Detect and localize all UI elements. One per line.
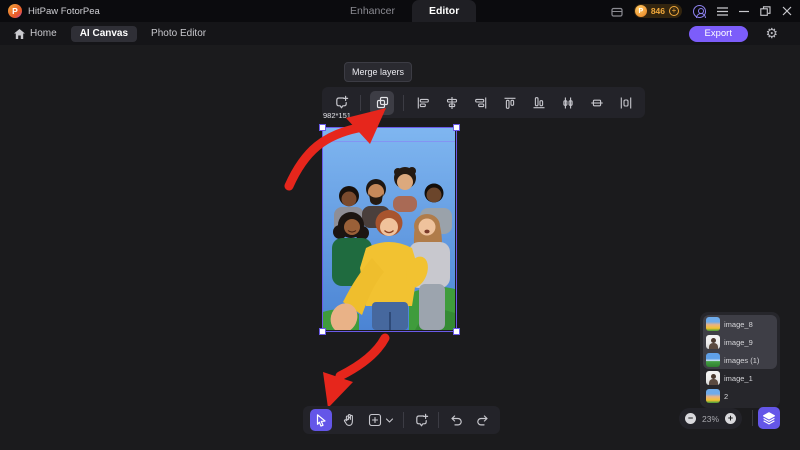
layer-dimensions-label: 982*151 xyxy=(323,111,351,120)
menu-bar: Home AI Canvas Photo Editor Export ⚙ xyxy=(0,22,800,45)
arrow-to-select-tool xyxy=(323,333,390,408)
selection-handle-top-left[interactable] xyxy=(319,124,326,131)
layer-thumbnail xyxy=(706,371,720,385)
minimize-icon[interactable] xyxy=(739,7,749,16)
distribute-horizontal-spacing-icon[interactable] xyxy=(616,93,636,113)
layers-toggle-button[interactable] xyxy=(758,407,780,429)
app-window: P HitPaw FotorPea Enhancer Editor P 846 … xyxy=(0,0,800,450)
toolbar-separator xyxy=(438,412,439,428)
export-button[interactable]: Export xyxy=(688,25,748,42)
toolbar-separator xyxy=(403,412,404,428)
undo-icon[interactable] xyxy=(446,410,466,430)
mode-tabs: Enhancer Editor xyxy=(333,0,477,22)
selection-handle-bottom-left[interactable] xyxy=(319,328,326,335)
merge-layers-icon[interactable] xyxy=(370,90,394,115)
zoom-level: 23% xyxy=(702,413,720,424)
layer-thumbnail xyxy=(706,389,720,403)
alignment-toolbar xyxy=(322,87,645,118)
layer-row[interactable]: image_1 xyxy=(703,369,777,387)
layers-icon xyxy=(763,412,775,425)
add-canvas-icon[interactable] xyxy=(366,410,396,430)
layer-thumbnail xyxy=(706,317,720,331)
brand: P HitPaw FotorPea xyxy=(8,0,100,22)
hand-pan-icon[interactable] xyxy=(339,410,359,430)
distribute-horizontal-centers-icon[interactable] xyxy=(558,93,578,113)
menu-icon[interactable] xyxy=(717,6,728,16)
selection-handle-top-right[interactable] xyxy=(453,124,460,131)
layer-row[interactable]: image_8 xyxy=(703,315,777,333)
transform-add-icon[interactable] xyxy=(411,410,431,430)
layer-thumbnail xyxy=(706,335,720,349)
redo-icon[interactable] xyxy=(473,410,493,430)
align-right-icon[interactable] xyxy=(471,93,491,113)
menu-item-photo-editor[interactable]: Photo Editor xyxy=(151,28,206,39)
menu-item-ai-canvas[interactable]: AI Canvas xyxy=(70,25,138,42)
account-avatar-icon[interactable] xyxy=(693,4,706,18)
layer-row[interactable]: 2 xyxy=(703,387,777,405)
zoom-controls: − 23% + xyxy=(679,408,743,429)
titlebar-right: P 846 + xyxy=(611,0,792,22)
separator xyxy=(752,410,753,426)
tab-enhancer[interactable]: Enhancer xyxy=(333,0,412,22)
home-icon xyxy=(14,28,25,39)
add-credits-icon[interactable]: + xyxy=(669,6,679,16)
credits-count: 846 xyxy=(650,6,665,16)
toolbar-separator xyxy=(360,94,361,111)
coin-icon: P xyxy=(634,5,647,17)
gear-icon[interactable]: ⚙ xyxy=(765,24,778,43)
credits-badge[interactable]: P 846 + xyxy=(633,4,682,18)
menu-item-home[interactable]: Home xyxy=(14,28,57,39)
layer-row[interactable]: images (1) xyxy=(703,351,777,369)
group-selfie-photo xyxy=(323,128,455,330)
selection-handle-bottom-right[interactable] xyxy=(453,328,460,335)
menu-items: Home AI Canvas Photo Editor xyxy=(14,22,206,45)
app-name: HitPaw FotorPea xyxy=(28,5,100,17)
layer-thumbnail xyxy=(706,353,720,367)
zoom-in-icon[interactable]: + xyxy=(725,413,737,424)
chevron-down-icon xyxy=(385,418,394,423)
transform-add-icon[interactable] xyxy=(331,93,351,113)
align-bottom-icon[interactable] xyxy=(529,93,549,113)
merge-layers-tooltip: Merge layers xyxy=(344,62,413,82)
selected-layers-group: image_8 image_9 images (1) xyxy=(703,315,777,369)
layer-row[interactable]: image_9 xyxy=(703,333,777,351)
editor-canvas[interactable]: Merge layers 982*151 image_8 image_9 ima… xyxy=(0,45,800,450)
restore-icon[interactable] xyxy=(760,6,771,16)
align-middle-vertical-icon[interactable] xyxy=(587,93,607,113)
select-cursor-icon[interactable] xyxy=(310,409,332,431)
title-bar: P HitPaw FotorPea Enhancer Editor P 846 … xyxy=(0,0,800,22)
tab-editor[interactable]: Editor xyxy=(411,0,477,22)
align-left-icon[interactable] xyxy=(413,93,433,113)
selected-image-layer[interactable] xyxy=(319,124,460,335)
align-top-icon[interactable] xyxy=(500,93,520,113)
zoom-out-icon[interactable]: − xyxy=(685,413,696,424)
background-layer-bound xyxy=(324,141,455,142)
gift-icon[interactable] xyxy=(611,6,623,17)
layers-panel: image_8 image_9 images (1) image_1 2 xyxy=(700,312,780,408)
align-center-horizontal-icon[interactable] xyxy=(442,93,462,113)
toolbar-separator xyxy=(403,94,404,111)
app-logo-icon: P xyxy=(8,4,22,18)
close-icon[interactable] xyxy=(782,6,792,16)
tools-toolbar xyxy=(303,406,500,434)
